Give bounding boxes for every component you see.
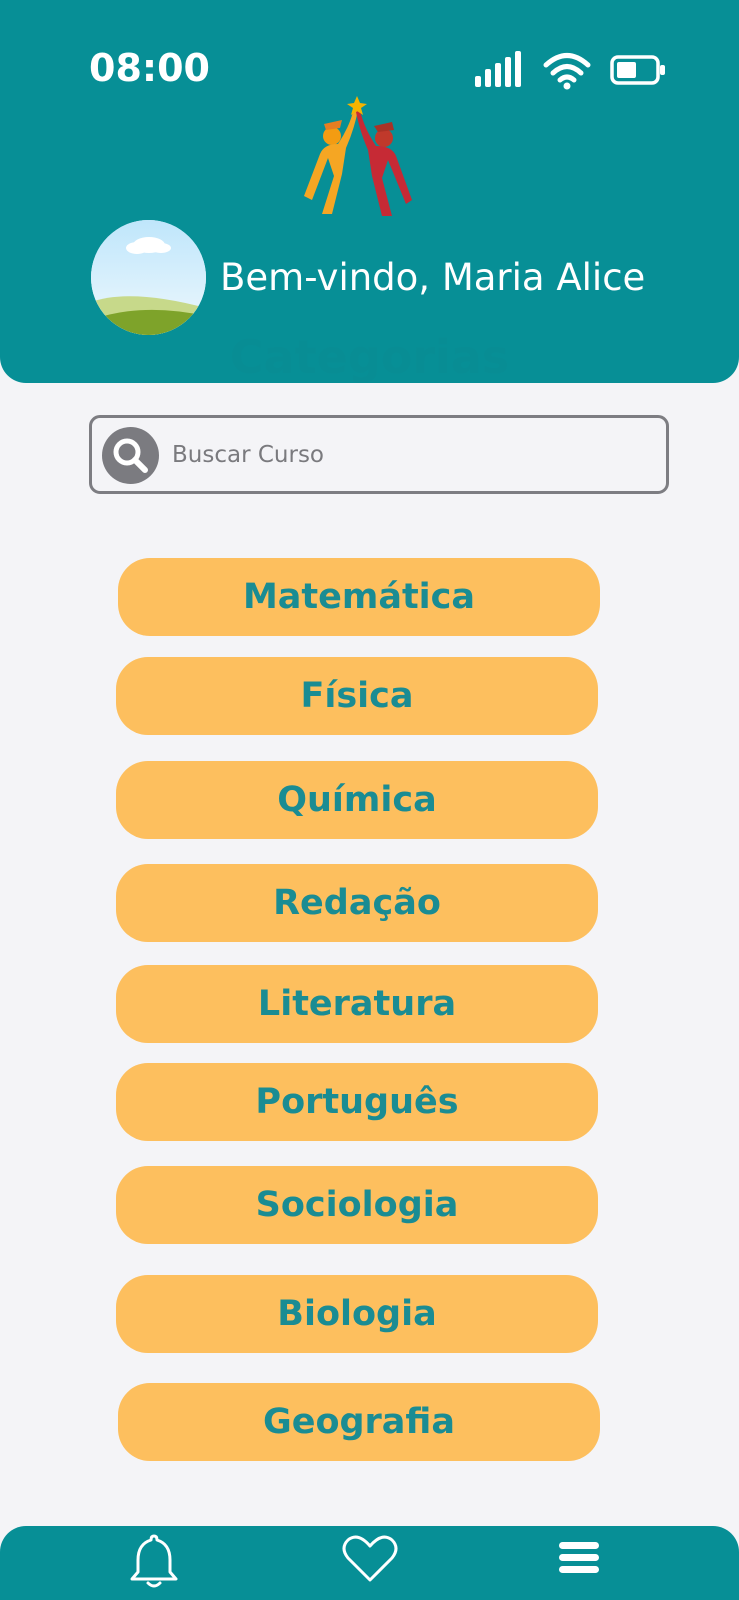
category-button-portugues[interactable]: Português (116, 1063, 598, 1141)
signal-icon (475, 51, 521, 87)
category-button-literatura[interactable]: Literatura (116, 965, 598, 1043)
category-button-redacao[interactable]: Redação (116, 864, 598, 942)
heart-icon[interactable] (342, 1534, 398, 1584)
battery-icon (610, 55, 665, 85)
category-button-sociologia[interactable]: Sociologia (116, 1166, 598, 1244)
category-button-geografia[interactable]: Geografia (118, 1383, 600, 1461)
search-input[interactable] (172, 430, 652, 480)
category-button-fisica[interactable]: Física (116, 657, 598, 735)
logo (304, 96, 412, 216)
category-button-biologia[interactable]: Biologia (116, 1275, 598, 1353)
menu-icon[interactable] (558, 1540, 600, 1576)
bell-icon[interactable] (128, 1532, 180, 1588)
section-title: Categorias (229, 330, 510, 384)
category-button-quimica[interactable]: Química (116, 761, 598, 839)
header: 08:00 Bem-vindo, Maria Alice Categorias (0, 0, 739, 384)
greeting: Bem-vindo, Maria Alice (220, 256, 646, 299)
search-icon[interactable] (102, 427, 159, 484)
bottom-nav (0, 1526, 739, 1600)
category-button-matematica[interactable]: Matemática (118, 558, 600, 636)
search-bar[interactable] (89, 415, 669, 494)
status-time: 08:00 (89, 46, 210, 90)
avatar[interactable] (91, 220, 206, 335)
wifi-icon (543, 53, 591, 90)
